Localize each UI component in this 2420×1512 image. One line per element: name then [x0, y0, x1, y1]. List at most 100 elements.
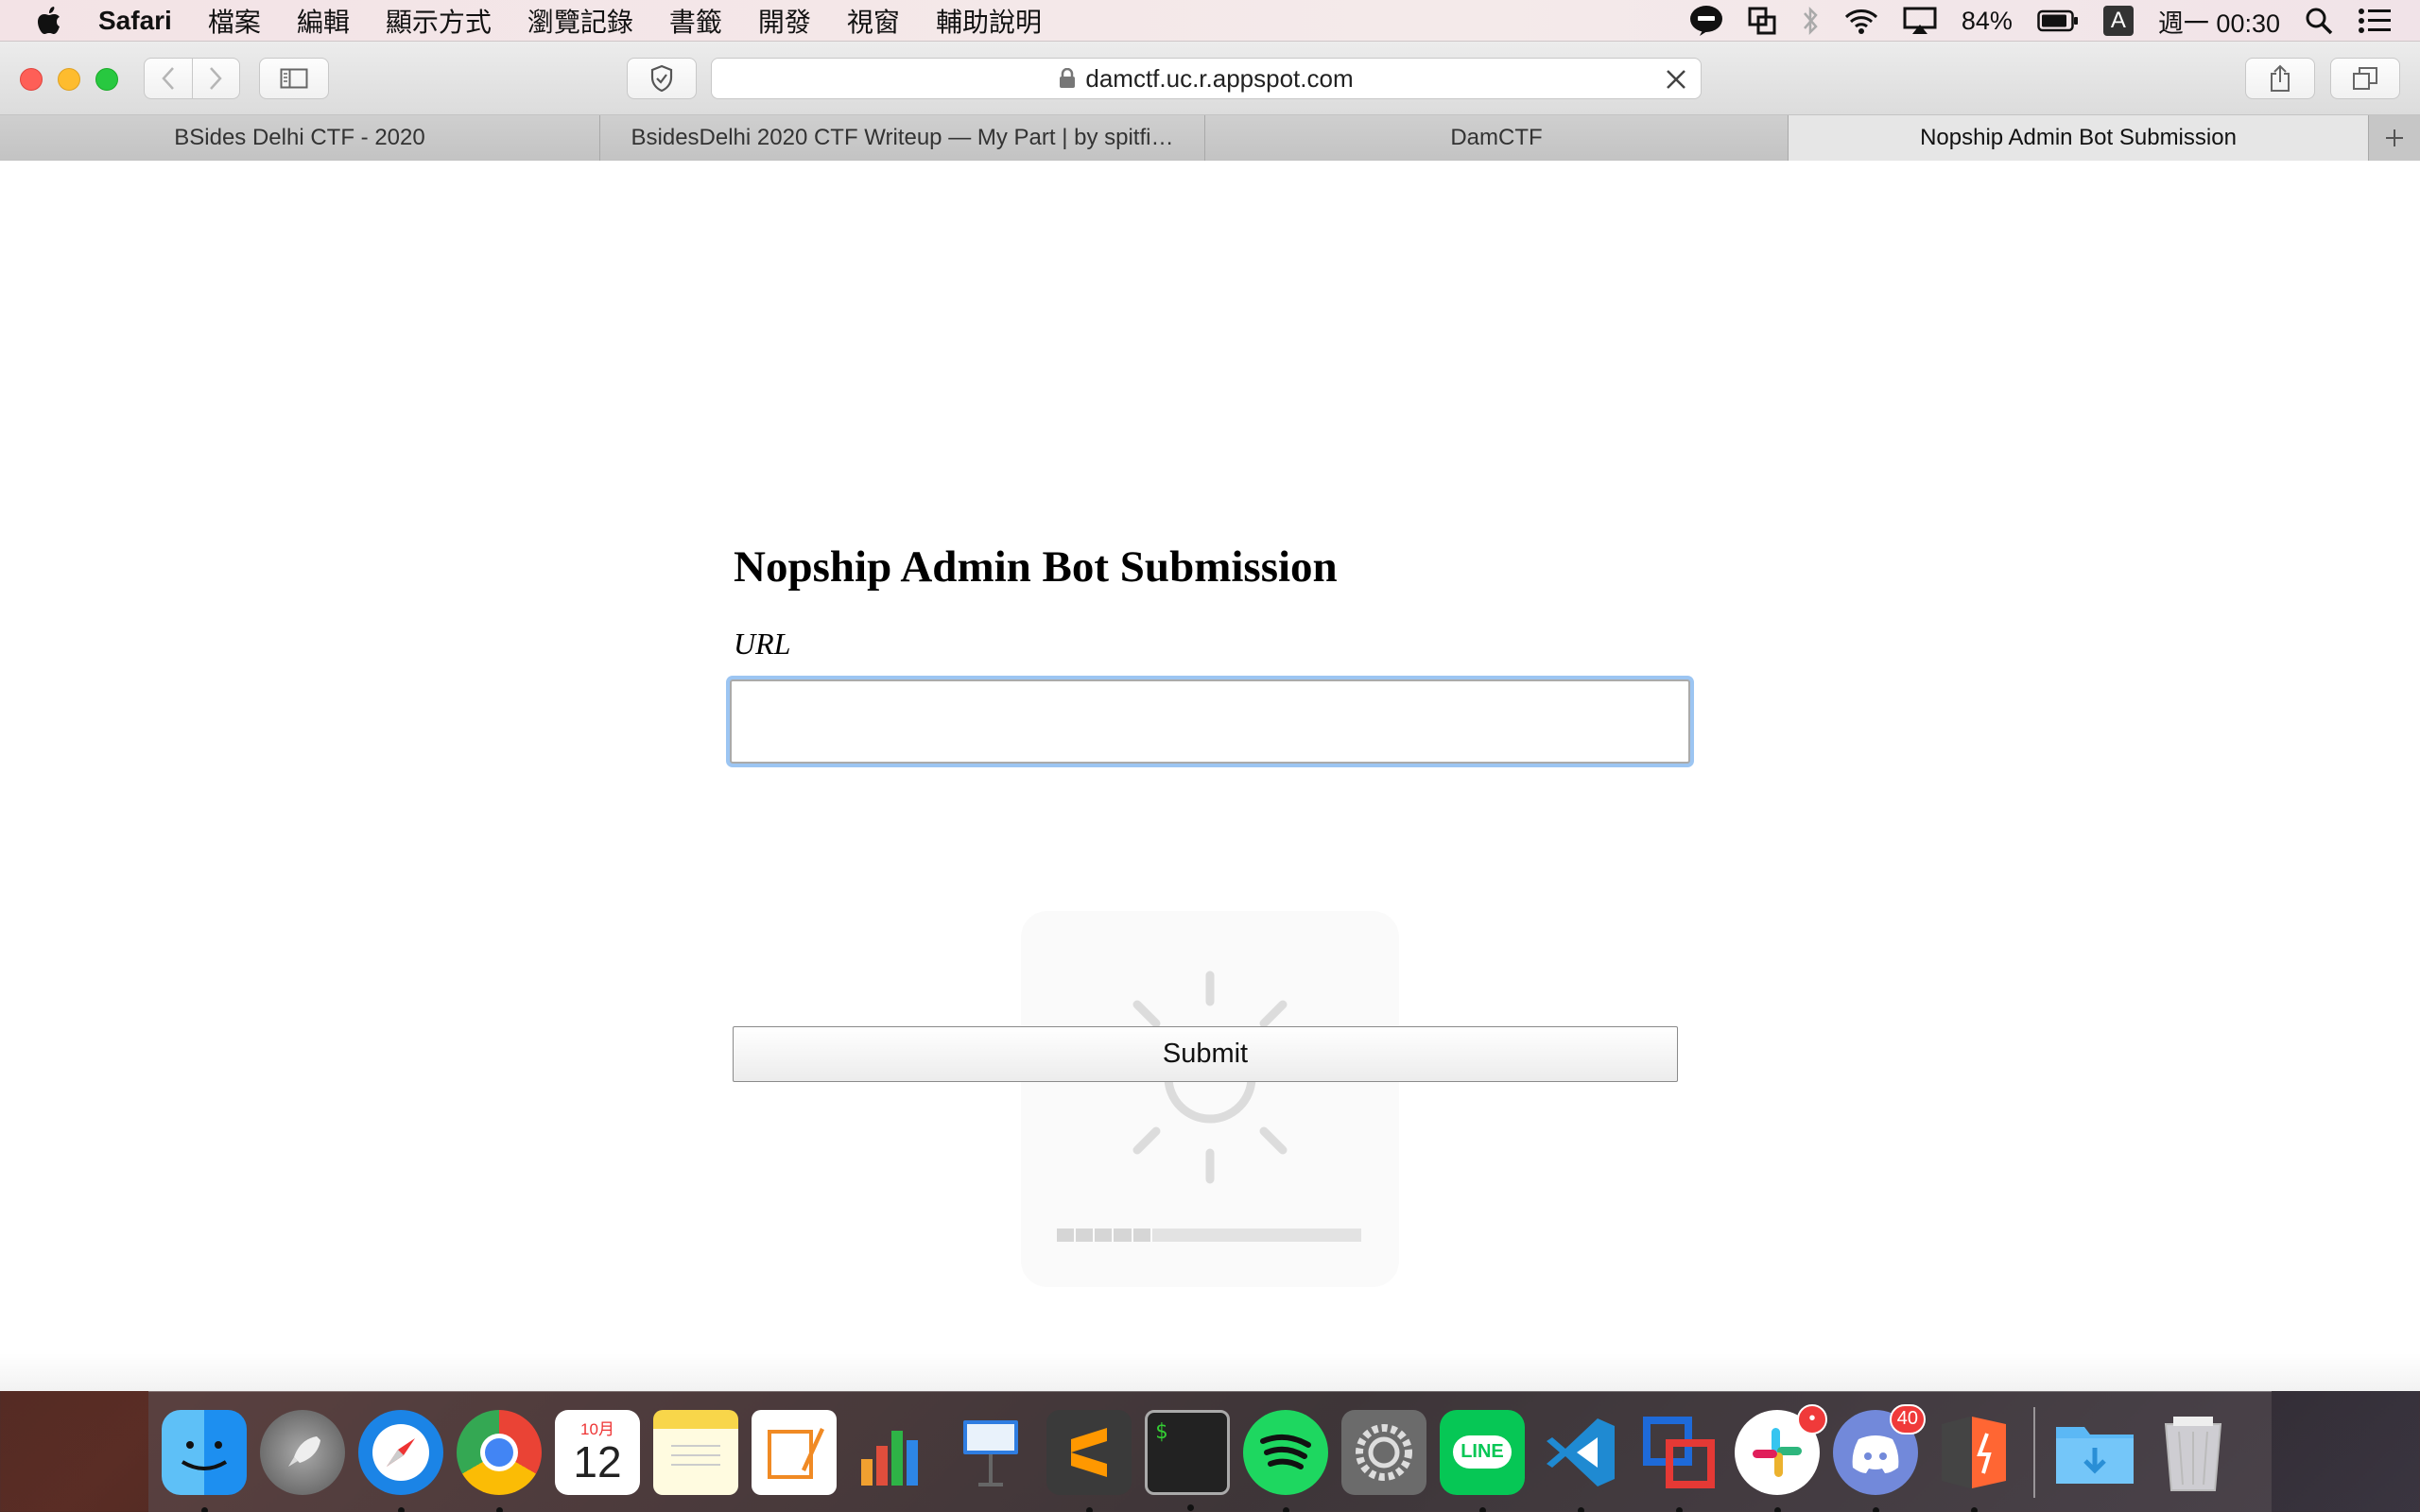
- menu-clock[interactable]: 週一 00:30: [2158, 3, 2280, 40]
- dock-line[interactable]: LINE: [1440, 1409, 1525, 1512]
- dock-safari[interactable]: [358, 1409, 443, 1512]
- dock-slack[interactable]: •: [1735, 1403, 1827, 1512]
- new-tab-button[interactable]: [2369, 115, 2420, 161]
- dock-vmware-fusion[interactable]: [1636, 1410, 1721, 1512]
- sidebar-icon: [280, 68, 308, 89]
- chevron-left-icon: [162, 67, 174, 90]
- dock-separator: [2033, 1406, 2035, 1498]
- dock-keynote[interactable]: [948, 1410, 1033, 1495]
- menu-edit[interactable]: 編輯: [297, 2, 350, 40]
- fullscreen-window-button[interactable]: [95, 68, 118, 91]
- battery-percent: 84%: [1961, 6, 2013, 35]
- terminal-prompt: $: [1155, 1419, 1168, 1444]
- tab-nopship-admin-bot[interactable]: Nopship Admin Bot Submission: [1789, 115, 2369, 161]
- dock-burp-suite[interactable]: [1931, 1410, 2016, 1512]
- notification-center-icon[interactable]: [2358, 8, 2392, 34]
- slack-icon: [1753, 1427, 1802, 1477]
- sidebar-toggle-button[interactable]: [259, 58, 329, 99]
- dock-terminal[interactable]: $: [1145, 1409, 1230, 1511]
- spotlight-search-icon[interactable]: [2305, 7, 2333, 35]
- submit-button[interactable]: Submit: [733, 1026, 1678, 1082]
- battery-icon[interactable]: [2037, 9, 2079, 32]
- calendar-month: 10月: [580, 1420, 614, 1438]
- dock-chrome[interactable]: [457, 1409, 542, 1512]
- screen-share-icon[interactable]: [1748, 7, 1776, 35]
- spotify-icon: [1260, 1434, 1311, 1469]
- line-app-label: LINE: [1453, 1435, 1512, 1469]
- menu-help[interactable]: 輔助說明: [936, 2, 1042, 40]
- dock: 10月 12 $ LINE • 40: [148, 1391, 2272, 1512]
- calendar-day: 12: [573, 1437, 622, 1486]
- tab-bar: BSides Delhi CTF - 2020 BsidesDelhi 2020…: [0, 115, 2420, 161]
- menu-view[interactable]: 顯示方式: [386, 2, 492, 40]
- dock-system-preferences[interactable]: [1341, 1409, 1426, 1495]
- address-bar[interactable]: damctf.uc.r.appspot.com: [711, 58, 1702, 99]
- discord-notification-badge: 40: [1889, 1403, 1926, 1435]
- discord-icon: [1852, 1435, 1899, 1473]
- bluetooth-icon[interactable]: [1801, 6, 1820, 36]
- privacy-report-button[interactable]: [627, 58, 697, 99]
- sublime-icon: [1071, 1427, 1107, 1477]
- burp-icon: [1942, 1416, 2006, 1488]
- slack-notification-badge: •: [1797, 1403, 1827, 1435]
- brightness-segment: [1114, 1228, 1133, 1242]
- airplay-icon[interactable]: [1903, 7, 1937, 35]
- input-method-icon[interactable]: A: [2102, 6, 2134, 36]
- rocket-icon: [288, 1435, 320, 1467]
- plus-icon: [2386, 129, 2403, 146]
- browser-toolbar: damctf.uc.r.appspot.com: [0, 42, 2420, 115]
- notes-icon: [671, 1444, 720, 1466]
- url-input[interactable]: [730, 679, 1690, 764]
- chrome-icon: [480, 1433, 518, 1471]
- bar-chart-icon: [861, 1430, 918, 1486]
- wifi-icon[interactable]: [1844, 8, 1878, 34]
- tab-bsides-delhi[interactable]: BSides Delhi CTF - 2020: [0, 115, 600, 161]
- compass-icon: [372, 1423, 429, 1481]
- dock-downloads[interactable]: [2052, 1410, 2137, 1495]
- dock-spotify[interactable]: [1243, 1409, 1328, 1512]
- menu-develop[interactable]: 開發: [758, 2, 811, 40]
- brightness-segment: [1076, 1228, 1096, 1242]
- share-button[interactable]: [2245, 58, 2315, 99]
- vscode-icon: [1547, 1418, 1615, 1486]
- dock-trash[interactable]: [2151, 1410, 2236, 1495]
- app-menu-safari[interactable]: Safari: [98, 6, 172, 36]
- dock-numbers[interactable]: [850, 1410, 935, 1495]
- dock-pages[interactable]: [752, 1409, 837, 1495]
- dock-calendar[interactable]: 10月 12: [555, 1409, 640, 1495]
- forward-button[interactable]: [192, 58, 239, 99]
- show-all-tabs-button[interactable]: [2330, 58, 2400, 99]
- tab-damctf[interactable]: DamCTF: [1205, 115, 1789, 161]
- menu-bar: Safari 檔案 編輯 顯示方式 瀏覽記錄 書籤 開發 視窗 輔助說明 84%…: [0, 0, 2420, 42]
- brightness-segment: [1057, 1228, 1077, 1242]
- back-button[interactable]: [145, 58, 192, 99]
- keynote-icon: [963, 1419, 1018, 1486]
- brightness-segment: [1132, 1228, 1152, 1242]
- dock-vscode[interactable]: [1538, 1410, 1623, 1512]
- dock-sublime-text[interactable]: [1046, 1409, 1132, 1512]
- tabs-overview-icon: [2353, 67, 2377, 90]
- brightness-level-bar: [1057, 1228, 1361, 1242]
- brightness-hud: [1021, 911, 1399, 1287]
- close-window-button[interactable]: [20, 68, 43, 91]
- dock-discord[interactable]: 40: [1833, 1403, 1926, 1512]
- menu-bookmarks[interactable]: 書籤: [669, 2, 722, 40]
- finder-icon: [181, 1440, 228, 1470]
- dock-notes[interactable]: [653, 1409, 738, 1495]
- url-label: URL: [734, 627, 791, 661]
- pages-icon: [768, 1427, 824, 1479]
- menu-history[interactable]: 瀏覽記錄: [527, 2, 633, 40]
- shield-icon: [650, 64, 673, 93]
- line-status-icon[interactable]: [1689, 5, 1723, 37]
- page-title: Nopship Admin Bot Submission: [734, 542, 1338, 592]
- menu-file[interactable]: 檔案: [208, 2, 261, 40]
- menu-window[interactable]: 視窗: [847, 2, 900, 40]
- minimize-window-button[interactable]: [58, 68, 80, 91]
- apple-menu-icon[interactable]: [36, 6, 70, 36]
- dock-finder[interactable]: [162, 1409, 247, 1512]
- dock-launchpad[interactable]: [260, 1409, 345, 1495]
- downloads-folder-icon: [2056, 1426, 2134, 1484]
- stop-loading-icon[interactable]: [1665, 68, 1687, 97]
- share-icon: [2271, 64, 2290, 92]
- tab-bsidesdelhi-writeup[interactable]: BsidesDelhi 2020 CTF Writeup — My Part |…: [600, 115, 1205, 161]
